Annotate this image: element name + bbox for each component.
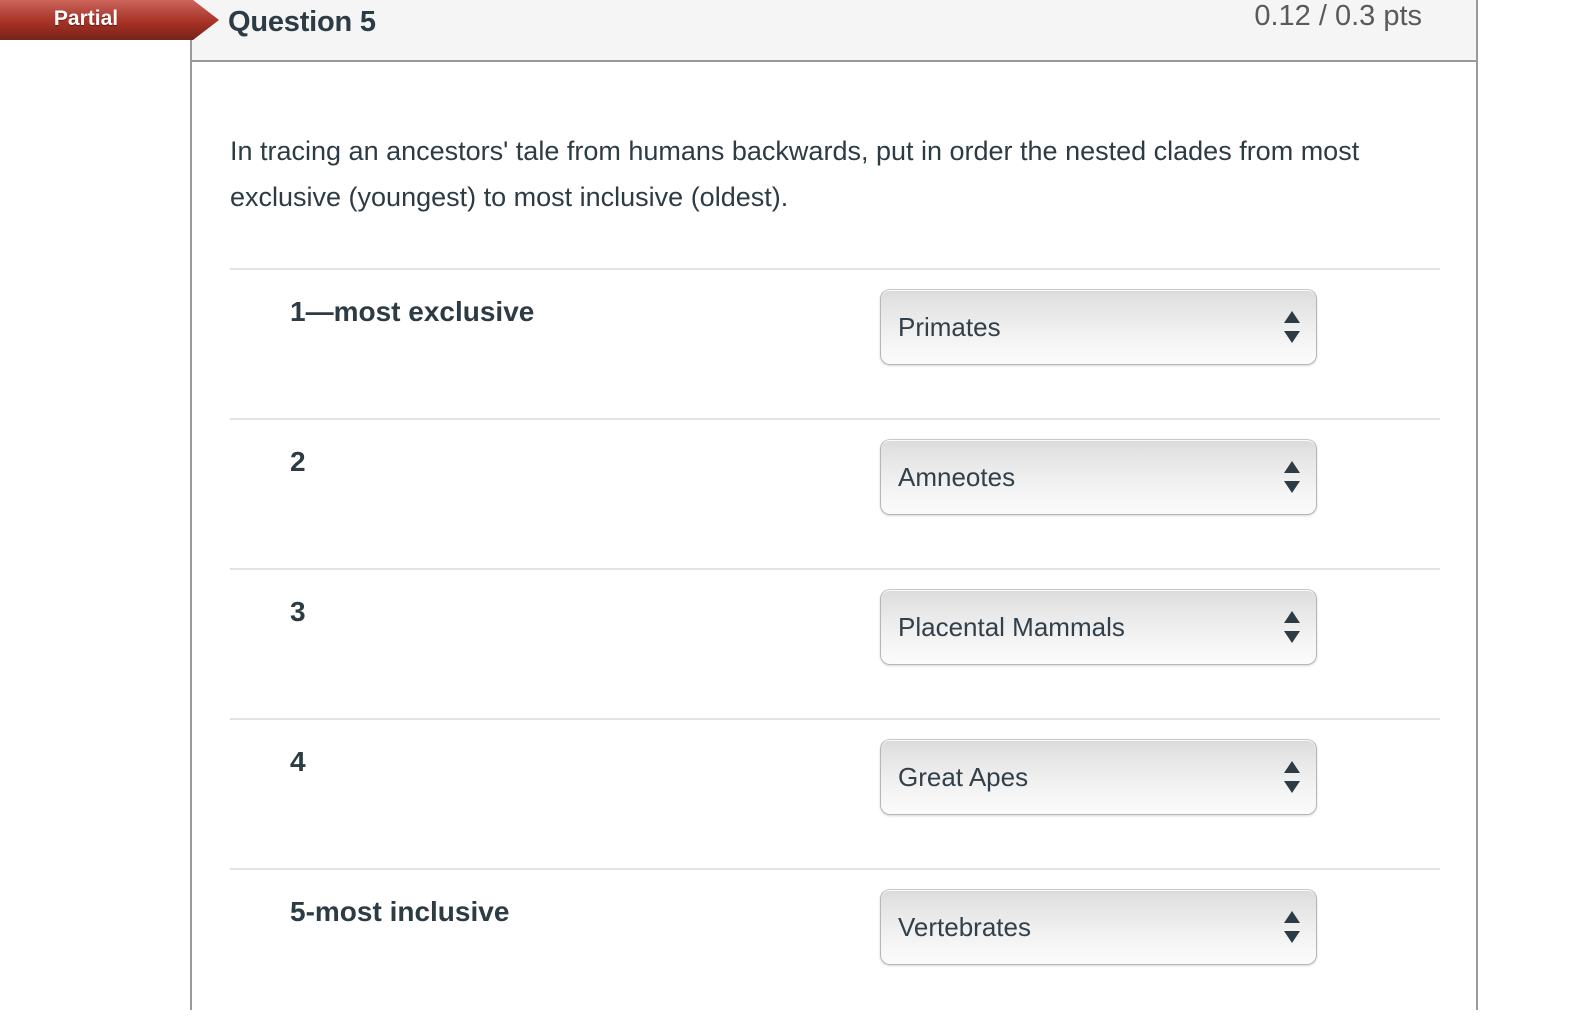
- answer-select-5[interactable]: Vertebrates: [880, 889, 1317, 965]
- answer-row-2: 2 Amneotes: [230, 418, 1440, 568]
- question-container: Question 5 0.12 / 0.3 pts In tracing an …: [190, 0, 1478, 1010]
- answer-label-4: 4: [290, 746, 306, 777]
- answer-select-1[interactable]: Primates: [880, 289, 1317, 365]
- select-selected-value-1: Primates: [898, 312, 1001, 342]
- select-selected-value-3: Placental Mammals: [898, 612, 1125, 642]
- page-left-gutter: [0, 0, 190, 1000]
- page-right-gutter: [1478, 0, 1582, 1000]
- answer-label-5: 5-most inclusive: [290, 896, 510, 927]
- select-selected-value-5: Vertebrates: [898, 912, 1031, 942]
- answer-select-3[interactable]: Placental Mammals: [880, 589, 1317, 665]
- status-badge-sheen: [0, 0, 219, 40]
- up-down-arrows-icon: [1283, 760, 1301, 794]
- answer-row-1: 1—most exclusive Primates: [230, 268, 1440, 418]
- points-display: 0.12 / 0.3 pts: [1254, 0, 1422, 32]
- up-down-arrows-icon: [1283, 460, 1301, 494]
- status-badge: [0, 0, 219, 40]
- answer-label-3: 3: [290, 596, 306, 627]
- answer-label-1: 1—most exclusive: [290, 296, 535, 327]
- up-down-arrows-icon: [1283, 910, 1301, 944]
- answer-row-3: 3 Placental Mammals: [230, 568, 1440, 718]
- answer-row-4: 4 Great Apes: [230, 718, 1440, 868]
- question-prompt: In tracing an ancestors' tale from human…: [230, 136, 1360, 212]
- up-down-arrows-icon: [1283, 310, 1301, 344]
- answer-select-2[interactable]: Amneotes: [880, 439, 1317, 515]
- answer-list: 1—most exclusive Primates 2 Amneotes 3 P…: [230, 268, 1440, 1018]
- question-body: In tracing an ancestors' tale from human…: [192, 62, 1476, 1010]
- up-down-arrows-icon: [1283, 610, 1301, 644]
- answer-row-5: 5-most inclusive Vertebrates: [230, 868, 1440, 1018]
- question-header: Question 5 0.12 / 0.3 pts: [192, 0, 1476, 62]
- page-title: Question 5: [228, 6, 376, 38]
- answer-label-2: 2: [290, 446, 306, 477]
- select-selected-value-2: Amneotes: [898, 462, 1016, 492]
- answer-select-4[interactable]: Great Apes: [880, 739, 1317, 815]
- select-selected-value-4: Great Apes: [898, 762, 1029, 792]
